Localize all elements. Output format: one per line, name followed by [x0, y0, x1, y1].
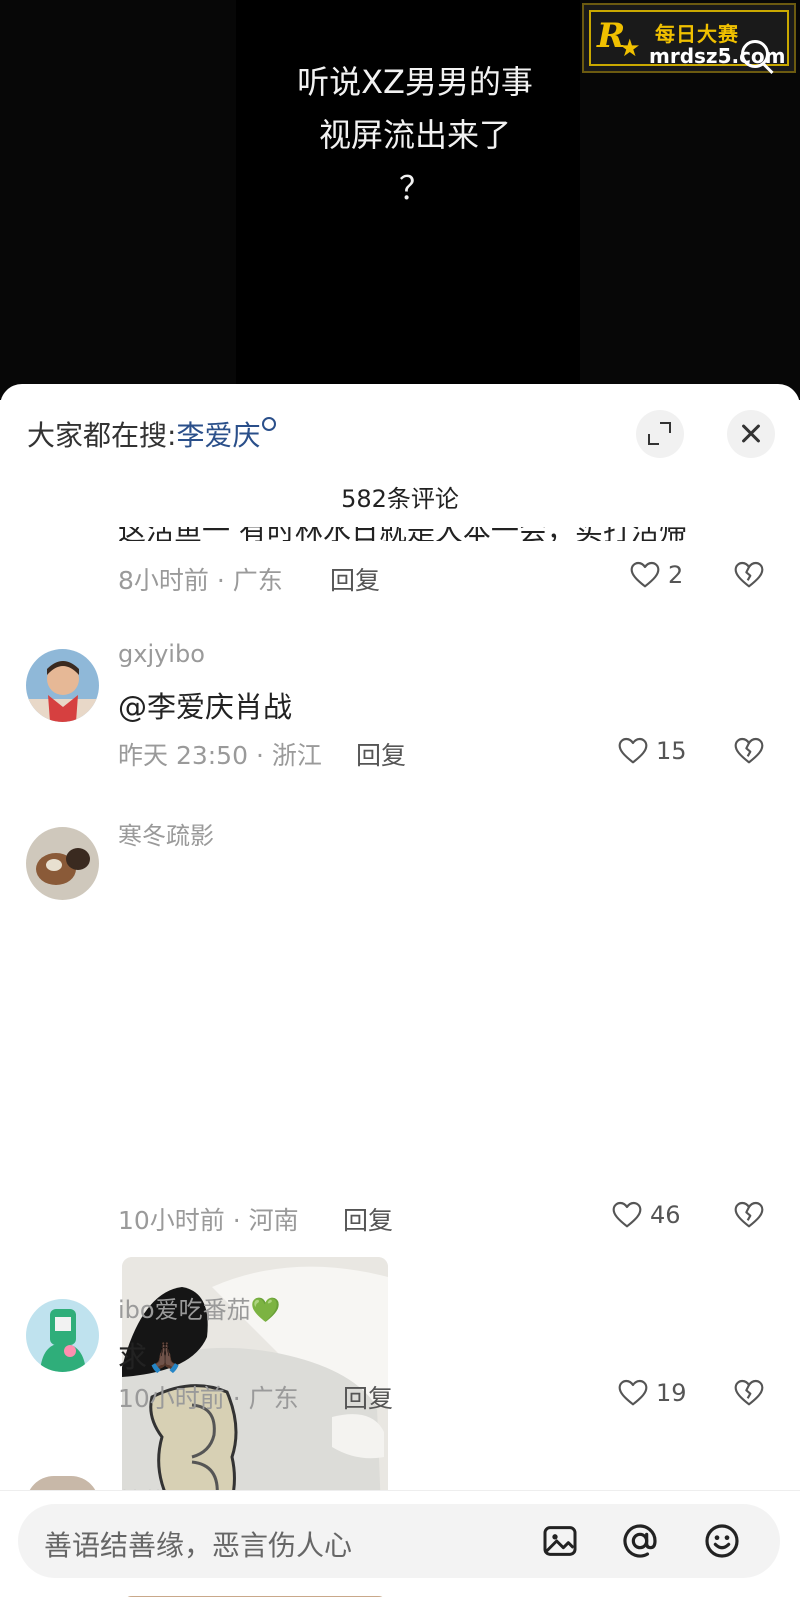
avatar[interactable]	[26, 827, 99, 900]
heart-icon	[618, 737, 648, 764]
comment-count: 582条评论	[341, 485, 459, 513]
comment-meta: 昨天 23:50 · 浙江	[118, 741, 322, 770]
broken-heart-icon[interactable]	[732, 559, 766, 591]
broken-heart-icon[interactable]	[732, 735, 766, 767]
comment-text-clipped: 这活鱼一 有时林水日就是大本一会，实打活帰	[118, 527, 718, 541]
watermark-title: 每日大赛	[655, 22, 739, 46]
emoji-icon[interactable]	[702, 1521, 742, 1561]
comment-meta: 10小时前 · 河南	[118, 1206, 299, 1235]
search-suggestion[interactable]: 大家都在搜:李爱庆	[27, 414, 277, 454]
reply-button[interactable]: 回复	[343, 1379, 393, 1415]
comment-meta: 8小时前 · 广东	[118, 566, 283, 595]
expand-icon	[660, 422, 671, 433]
comment-username[interactable]: gxjyibo	[118, 640, 205, 668]
star-icon: ★	[619, 34, 641, 62]
heart-icon	[612, 1201, 642, 1228]
like-button[interactable]: 2	[628, 559, 683, 591]
search-suggestion-keyword[interactable]: 李爱庆	[176, 419, 260, 452]
comment-username[interactable]: 寒冬疏影	[118, 816, 214, 851]
comment-input-placeholder: 善语结善缘，恶言伤人心	[44, 1529, 353, 1562]
like-count: 2	[668, 561, 684, 589]
search-icon	[262, 417, 277, 431]
expand-button[interactable]	[636, 410, 684, 458]
caption-line-2: 视屏流出来了	[318, 116, 511, 154]
comment-sheet: 大家都在搜:李爱庆 582条评论 这活鱼一 有时林水日就是大本一会，实打活帰 8…	[0, 384, 800, 1597]
video-caption: 听说XZ男男的事 视屏流出来了 ？	[250, 56, 580, 215]
caption-line-1: 听说XZ男男的事	[297, 63, 533, 101]
like-button[interactable]: 15	[616, 735, 687, 767]
reply-button[interactable]: 回复	[356, 736, 406, 772]
avatar[interactable]	[26, 1299, 99, 1372]
reply-button[interactable]: 回复	[343, 1201, 393, 1237]
heart-icon	[618, 1379, 648, 1406]
comment-username[interactable]: ibo爱吃番茄💚	[118, 1290, 280, 1325]
reply-button[interactable]: 回复	[330, 561, 380, 597]
like-count: 46	[650, 1201, 681, 1229]
like-count: 19	[656, 1379, 687, 1407]
caption-line-3: ？	[398, 169, 431, 207]
watermark-logo: R ★ 每日大赛 mrdsz5.com	[582, 3, 796, 73]
comment-text: 求🙏🏿	[118, 1340, 184, 1374]
broken-heart-icon[interactable]	[732, 1377, 766, 1409]
comment-text: @李爱庆肖战	[118, 690, 293, 724]
like-count: 15	[656, 737, 687, 765]
like-button[interactable]: 19	[616, 1377, 687, 1409]
at-icon[interactable]	[620, 1521, 660, 1561]
search-suggestion-prefix: 大家都在搜:	[27, 419, 177, 452]
like-button[interactable]: 46	[610, 1199, 681, 1231]
magnifier-icon	[741, 40, 769, 68]
heart-icon	[630, 561, 660, 588]
avatar[interactable]	[26, 649, 99, 722]
broken-heart-icon[interactable]	[732, 1199, 766, 1231]
comment-meta: 10小时前 · 广东	[118, 1384, 299, 1413]
comment-input[interactable]: 善语结善缘，恶言伤人心	[18, 1504, 780, 1578]
close-button[interactable]	[727, 410, 775, 458]
image-icon[interactable]	[540, 1521, 580, 1561]
